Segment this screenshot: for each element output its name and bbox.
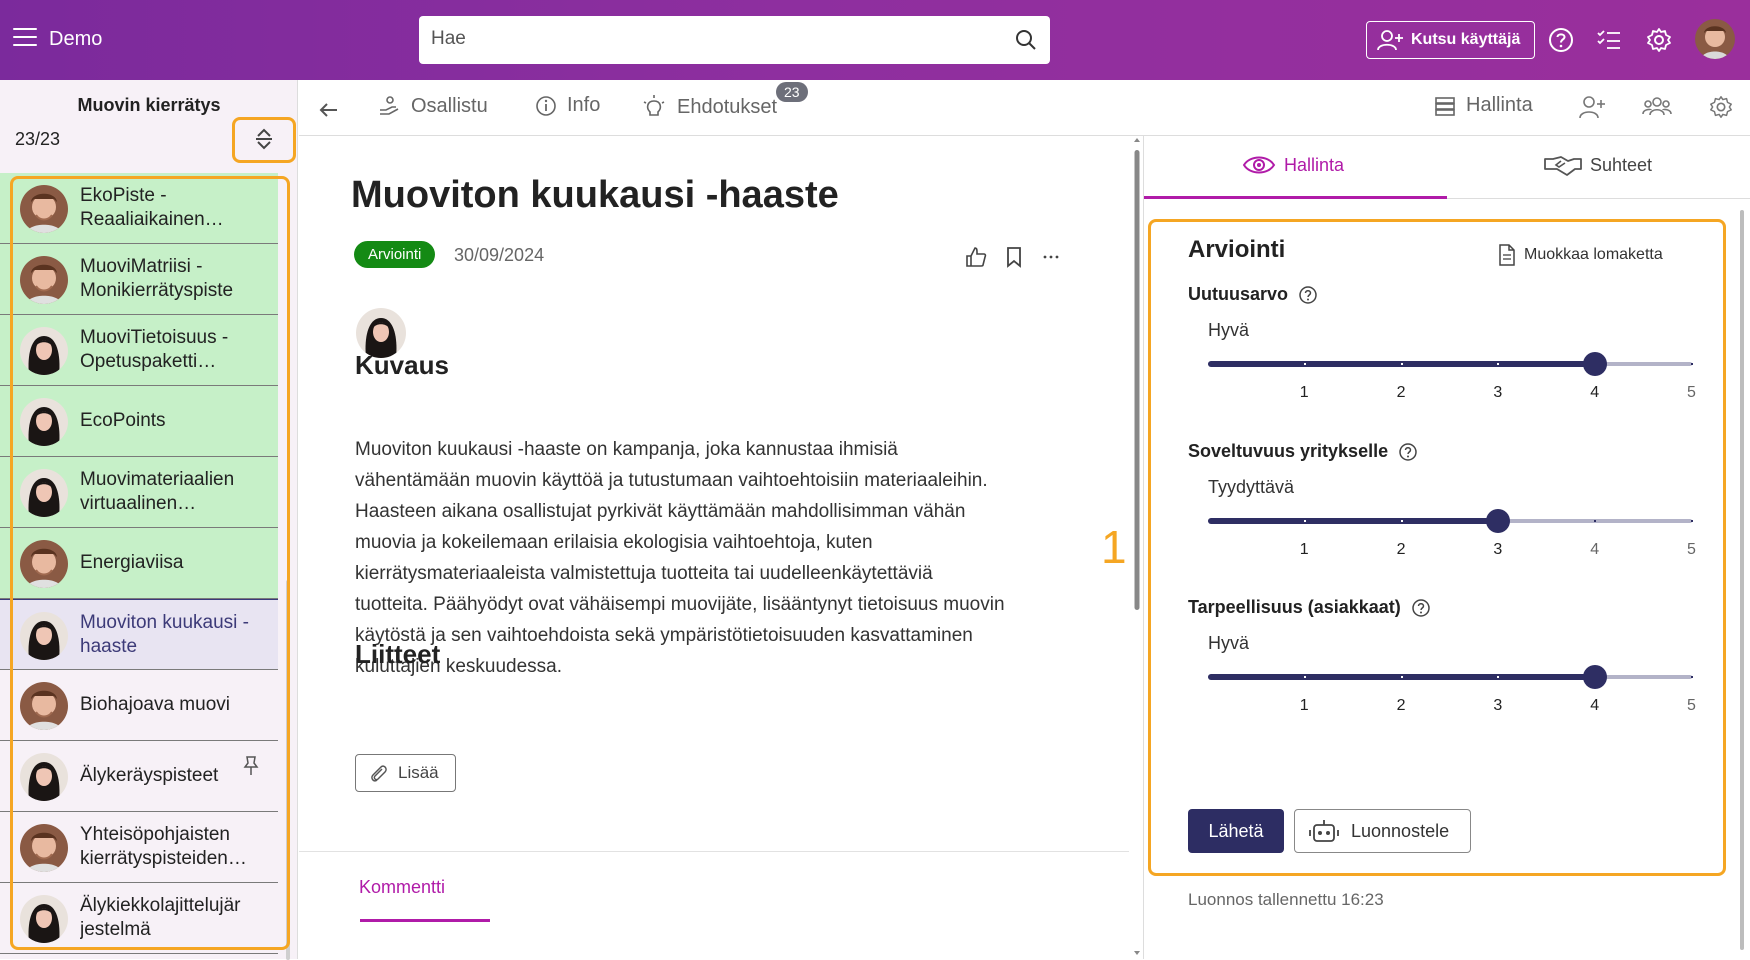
- top-bar: Demo Kutsu käyttäjä: [0, 0, 1750, 80]
- comment-divider: [299, 851, 1129, 852]
- tab-panel-relations[interactable]: Suhteet: [1544, 153, 1652, 177]
- info-icon: [536, 95, 556, 116]
- lightbulb-icon: [643, 95, 665, 116]
- annotation-number-1: 1: [1101, 521, 1127, 573]
- suggestions-count-badge: 23: [776, 82, 808, 102]
- idea-date: 30/09/2024: [454, 245, 545, 265]
- add-attachment-label: Lisää: [398, 763, 439, 782]
- panel-tab-underline: [1144, 196, 1447, 199]
- help-icon[interactable]: [1547, 26, 1575, 54]
- tab-management-label: Hallinta: [1466, 94, 1533, 116]
- tab-panel-manage[interactable]: Hallinta: [1242, 153, 1344, 177]
- search-box: [419, 16, 1050, 64]
- center-scrollbar[interactable]: [1132, 136, 1142, 959]
- idea-detail: Muoviton kuukausi -haaste Arviointi 30/0…: [299, 136, 1140, 959]
- highlight-frame-1: [1148, 219, 1726, 876]
- idea-tabs-bar: Osallistu Info Ehdotukset Hallinta: [299, 80, 1750, 136]
- tab-info-label: Info: [567, 94, 601, 116]
- idea-actions: [965, 246, 1061, 268]
- idea-settings-icon[interactable]: [1708, 94, 1734, 120]
- menu-icon[interactable]: [13, 28, 37, 48]
- idea-title: Muoviton kuukausi -haaste: [351, 174, 839, 216]
- attachments-heading: Liitteet: [355, 639, 441, 669]
- tab-info[interactable]: Info: [535, 94, 600, 117]
- search-input[interactable]: [431, 16, 991, 62]
- invite-user-button[interactable]: Kutsu käyttäjä: [1366, 21, 1535, 59]
- sidebar-title: Muovin kierrätys: [77, 95, 221, 115]
- back-arrow-icon[interactable]: [317, 98, 341, 122]
- highlight-frame-2: [10, 176, 290, 950]
- tab-comment[interactable]: Kommentti: [359, 877, 445, 898]
- add-user-icon: [1377, 30, 1403, 51]
- sidebar-count: 23/23: [15, 129, 61, 149]
- user-avatar[interactable]: [1695, 19, 1735, 59]
- tab-management[interactable]: Hallinta: [1434, 94, 1533, 117]
- hand-icon: [380, 96, 399, 115]
- add-attachment-button[interactable]: Lisää: [355, 754, 456, 792]
- description-heading: Kuvaus: [355, 350, 449, 380]
- more-icon[interactable]: [1041, 246, 1061, 268]
- bookmark-icon[interactable]: [1005, 246, 1023, 268]
- app-name[interactable]: Demo: [49, 28, 102, 51]
- tab-panel-relations-label: Suhteet: [1590, 154, 1653, 175]
- status-badge: Arviointi: [354, 241, 436, 268]
- tab-suggestions-label: Ehdotukset: [677, 95, 778, 118]
- search-icon[interactable]: [1014, 28, 1038, 52]
- paperclip-icon: [371, 765, 387, 782]
- comment-tab-underline: [360, 919, 490, 922]
- handshake-icon: [1544, 156, 1582, 176]
- tab-participate-label: Osallistu: [411, 94, 488, 117]
- settings-icon[interactable]: [1645, 26, 1673, 54]
- group-icon[interactable]: [1642, 93, 1672, 121]
- idea-description: Muoviton kuukausi -haaste on kampanja, j…: [355, 439, 1005, 677]
- thumbs-up-icon[interactable]: [965, 246, 987, 268]
- eye-icon: [1242, 156, 1276, 174]
- tab-panel-manage-label: Hallinta: [1284, 154, 1345, 175]
- checklist-icon[interactable]: [1595, 26, 1623, 54]
- server-icon: [1435, 96, 1455, 116]
- highlight-frame-3: [232, 117, 296, 163]
- draft-saved-note: Luonnos tallennettu 16:23: [1188, 890, 1384, 909]
- invite-user-label: Kutsu käyttäjä: [1411, 31, 1521, 48]
- panel-tabs: Hallinta Suhteet: [1144, 136, 1750, 199]
- tab-participate[interactable]: Osallistu: [377, 94, 488, 118]
- panel-scrollbar[interactable]: [1740, 210, 1744, 950]
- tab-suggestions[interactable]: Ehdotukset: [641, 94, 777, 120]
- add-person-icon[interactable]: [1578, 93, 1606, 121]
